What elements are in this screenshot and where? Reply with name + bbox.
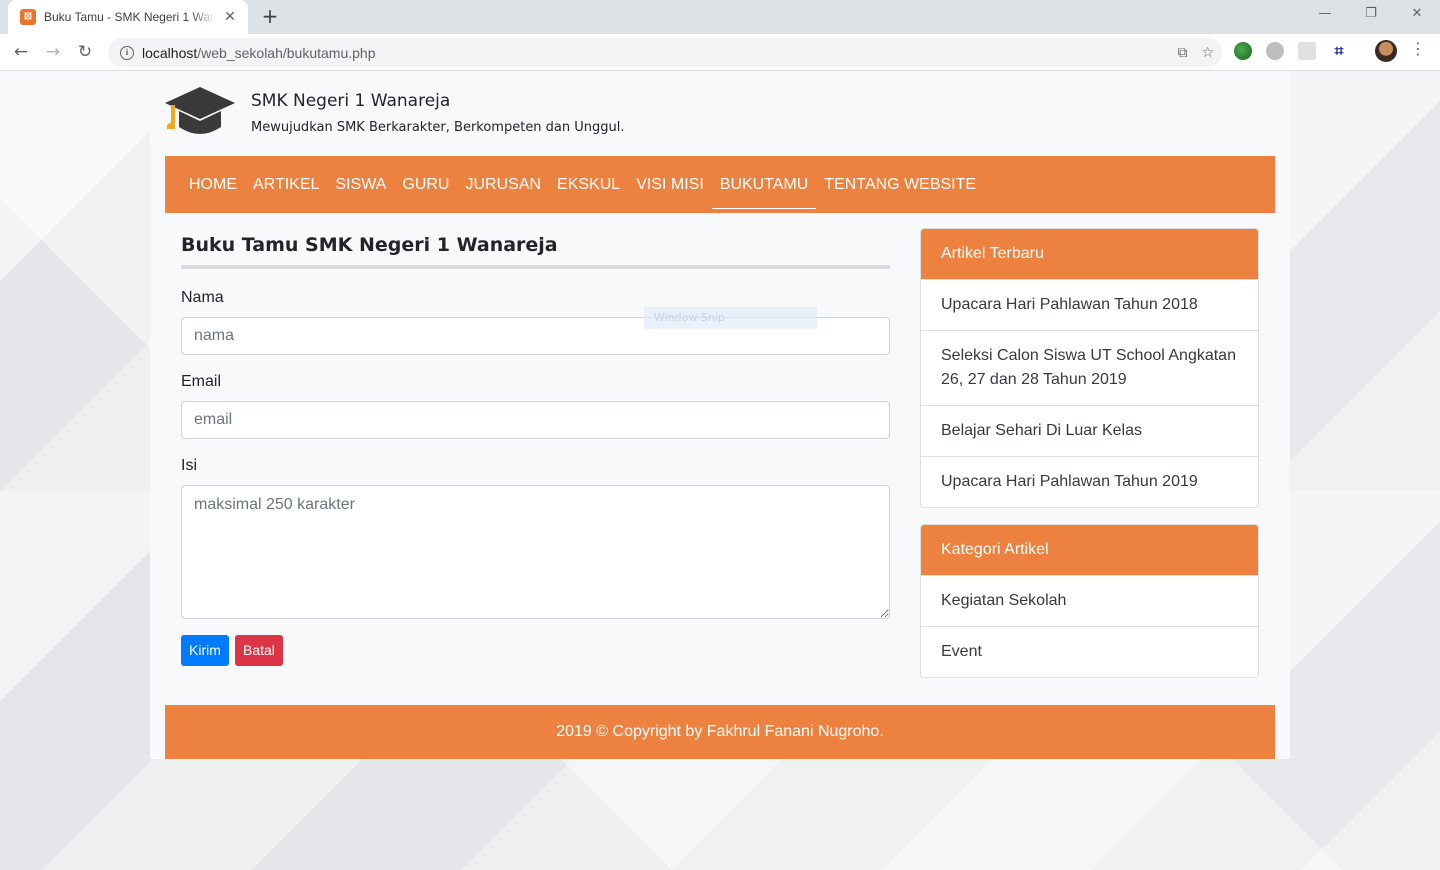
profile-avatar[interactable] bbox=[1375, 40, 1397, 62]
isi-textarea[interactable] bbox=[181, 485, 890, 619]
close-window-button[interactable]: ✕ bbox=[1394, 0, 1440, 30]
forward-arrow-icon[interactable]: → bbox=[40, 39, 66, 65]
category-title: Kategori Artikel bbox=[921, 525, 1258, 575]
category-item[interactable]: Event bbox=[921, 626, 1258, 677]
site-tagline: Mewujudkan SMK Berkarakter, Berkompeten … bbox=[251, 120, 625, 135]
site-info-icon[interactable]: i bbox=[120, 45, 134, 60]
site-footer: 2019 © Copyright by Fakhrul Fanani Nugro… bbox=[165, 705, 1275, 759]
browser-toolbar: ← → ↻ i localhost/web_sekolah/bukutamu.p… bbox=[0, 34, 1440, 71]
guestbook-form: Buku Tamu SMK Negeri 1 Wanareja Nama Ema… bbox=[181, 231, 890, 666]
browser-menu-icon[interactable]: ⋮ bbox=[1410, 39, 1426, 58]
extension-web-icon[interactable] bbox=[1266, 42, 1284, 60]
close-tab-icon[interactable]: ✕ bbox=[222, 9, 238, 25]
form-actions: Kirim Batal bbox=[181, 635, 890, 666]
nav-ekskul[interactable]: EKSKUL bbox=[549, 161, 628, 209]
reload-icon[interactable]: ↻ bbox=[72, 39, 98, 65]
batal-button[interactable]: Batal bbox=[234, 635, 283, 666]
translate-icon[interactable]: ⧉ bbox=[1177, 45, 1187, 61]
recent-articles-title: Artikel Terbaru bbox=[921, 229, 1258, 279]
sidebar: Artikel Terbaru Upacara Hari Pahlawan Ta… bbox=[920, 228, 1259, 678]
graduation-cap-icon bbox=[165, 87, 235, 134]
email-label: Email bbox=[181, 373, 222, 390]
nav-bukutamu[interactable]: BUKUTAMU bbox=[711, 161, 817, 209]
restore-button[interactable]: ❐ bbox=[1348, 0, 1394, 30]
extension-blank-icon[interactable] bbox=[1298, 42, 1316, 60]
browser-tab-strip: ⊠ Buku Tamu - SMK Negeri 1 Wanareja ✕ + … bbox=[0, 0, 1440, 34]
isi-label: Isi bbox=[181, 457, 197, 474]
nama-label: Nama bbox=[181, 289, 224, 306]
new-tab-button[interactable]: + bbox=[258, 5, 282, 29]
recent-article-item[interactable]: Seleksi Calon Siswa UT School Angkatan 2… bbox=[921, 330, 1258, 405]
tab-title: Buku Tamu - SMK Negeri 1 Wanareja bbox=[44, 10, 216, 24]
category-item[interactable]: Kegiatan Sekolah bbox=[921, 575, 1258, 626]
url-host: localhost bbox=[142, 44, 198, 61]
category-card: Kategori Artikel Kegiatan Sekolah Event bbox=[920, 524, 1259, 678]
browser-tab[interactable]: ⊠ Buku Tamu - SMK Negeri 1 Wanareja ✕ bbox=[8, 0, 248, 34]
window-snip-overlay: Window Snip bbox=[644, 307, 817, 329]
recent-article-item[interactable]: Belajar Sehari Di Luar Kelas bbox=[921, 405, 1258, 456]
nav-home[interactable]: HOME bbox=[181, 161, 245, 209]
recent-articles-card: Artikel Terbaru Upacara Hari Pahlawan Ta… bbox=[920, 228, 1259, 508]
page-container: SMK Negeri 1 Wanareja Mewujudkan SMK Ber… bbox=[150, 71, 1290, 759]
kirim-button[interactable]: Kirim bbox=[181, 635, 229, 666]
xampp-icon: ⊠ bbox=[20, 9, 36, 25]
extensions: ⌗ bbox=[1234, 42, 1348, 60]
nav-siswa[interactable]: SISWA bbox=[327, 161, 394, 209]
page-title: Buku Tamu SMK Negeri 1 Wanareja bbox=[181, 231, 890, 269]
email-input[interactable] bbox=[181, 401, 890, 439]
nav-visi-misi[interactable]: VISI MISI bbox=[628, 161, 712, 209]
bookmark-star-icon[interactable]: ☆ bbox=[1201, 45, 1214, 61]
nav-artikel[interactable]: ARTIKEL bbox=[245, 161, 327, 209]
nav-tentang-website[interactable]: TENTANG WEBSITE bbox=[816, 161, 984, 209]
address-bar[interactable]: i localhost/web_sekolah/bukutamu.php ⧉ ☆ bbox=[108, 38, 1222, 67]
url-path: /web_sekolah/bukutamu.php bbox=[197, 44, 376, 61]
minimize-button[interactable]: — bbox=[1302, 0, 1348, 30]
recent-article-item[interactable]: Upacara Hari Pahlawan Tahun 2018 bbox=[921, 279, 1258, 330]
page-viewport: SMK Negeri 1 Wanareja Mewujudkan SMK Ber… bbox=[0, 71, 1440, 870]
nav-jurusan[interactable]: JURUSAN bbox=[457, 161, 549, 209]
site-title: SMK Negeri 1 Wanareja bbox=[251, 91, 451, 111]
back-arrow-icon[interactable]: ← bbox=[8, 39, 34, 65]
window-controls: — ❐ ✕ bbox=[1302, 0, 1440, 30]
nav-guru[interactable]: GURU bbox=[394, 161, 457, 209]
main-navbar: HOME ARTIKEL SISWA GURU JURUSAN EKSKUL V… bbox=[165, 156, 1275, 213]
extension-globe-icon[interactable] bbox=[1234, 42, 1252, 60]
extension-crop-icon[interactable]: ⌗ bbox=[1330, 42, 1348, 60]
url-text: localhost/web_sekolah/bukutamu.php bbox=[142, 45, 376, 61]
recent-article-item[interactable]: Upacara Hari Pahlawan Tahun 2019 bbox=[921, 456, 1258, 507]
